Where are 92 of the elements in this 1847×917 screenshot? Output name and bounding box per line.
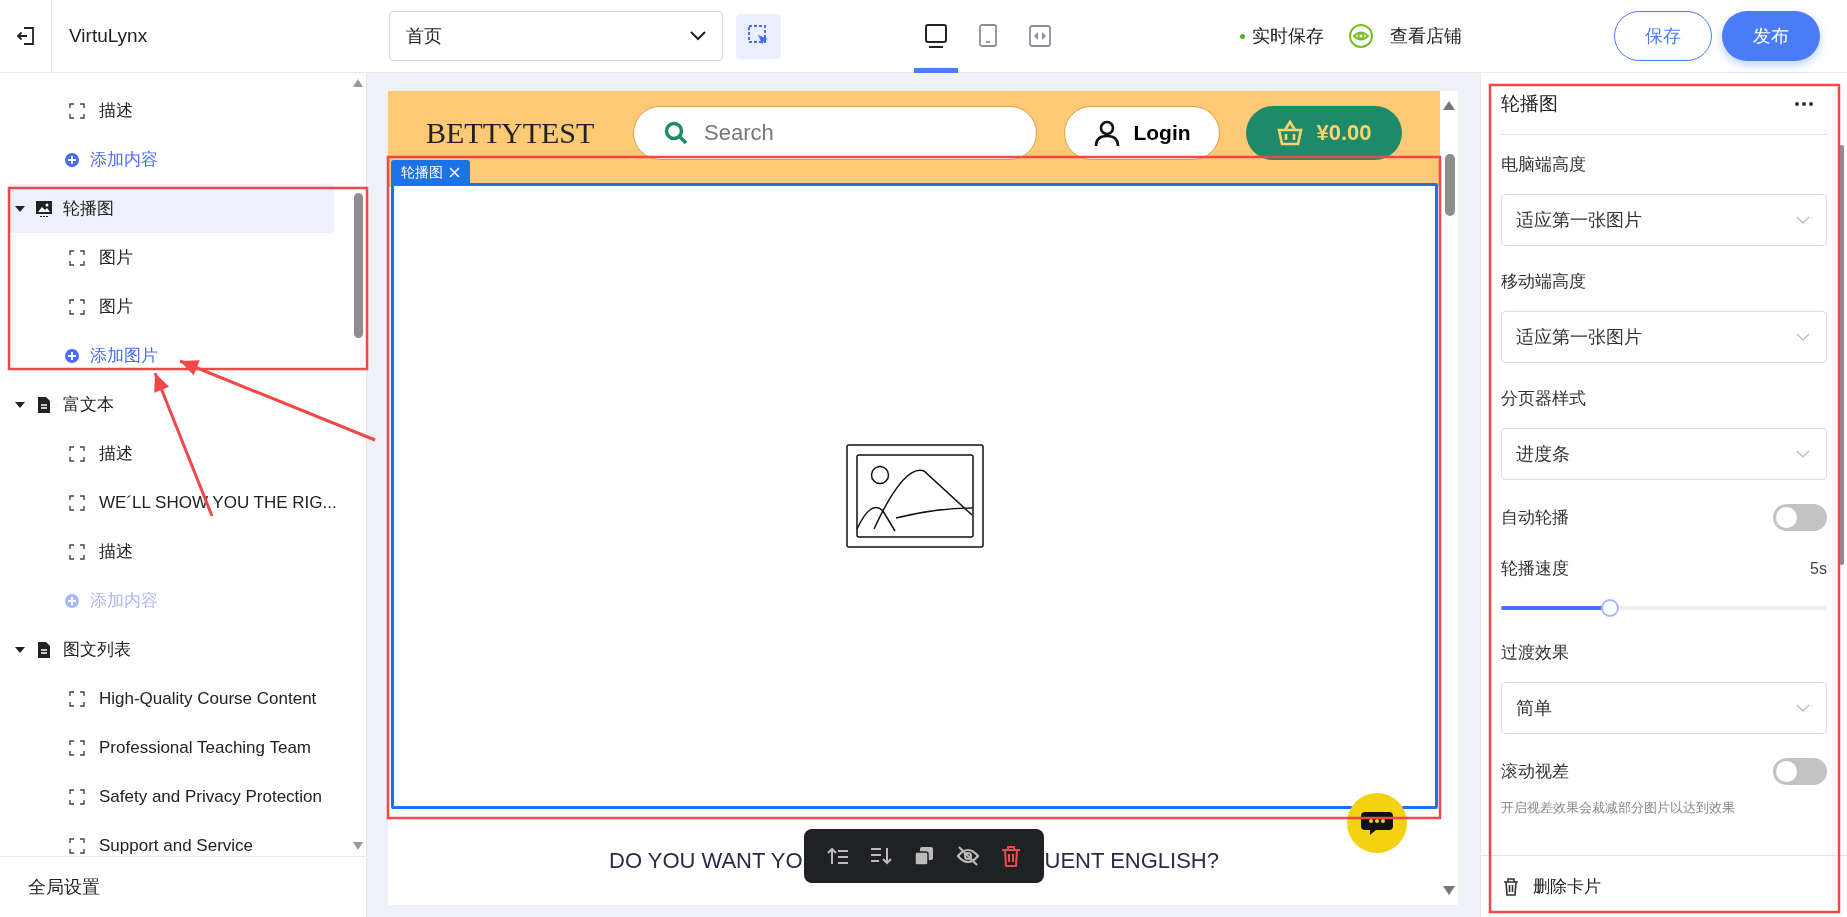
dropdown-field[interactable]: 适应第一张图片 (1501, 311, 1827, 363)
save-button[interactable]: 保存 (1614, 11, 1712, 61)
login-button[interactable]: Login (1064, 106, 1220, 160)
selection-tag[interactable]: 轮播图 (391, 160, 470, 185)
tree-item[interactable]: Safety and Privacy Protection (9, 772, 350, 821)
frame-icon (69, 739, 85, 756)
scroll-down-icon[interactable] (353, 842, 363, 850)
autosave-status: 实时保存 (1240, 24, 1324, 48)
image-placeholder-icon (845, 444, 984, 548)
field-label: 滚动视差 (1501, 761, 1569, 783)
chevron-down-icon (690, 31, 706, 41)
frame-icon (69, 837, 85, 854)
scroll-down-icon[interactable] (1443, 886, 1455, 895)
add-content-link[interactable]: 添加图片 (9, 331, 350, 380)
tree-item[interactable]: High-Quality Course Content (9, 674, 350, 723)
scroll-thumb[interactable] (1444, 154, 1455, 216)
tree-item[interactable]: Professional Teaching Team (9, 723, 350, 772)
chevron-down-icon (1796, 333, 1810, 341)
document-icon (35, 395, 53, 414)
scroll-up-icon[interactable] (353, 79, 363, 87)
tree-item[interactable]: Support and Service (9, 821, 350, 856)
field-label: 移动端高度 (1501, 271, 1587, 293)
caret-icon[interactable] (15, 399, 25, 410)
basket-icon (1276, 119, 1305, 147)
frame-icon (69, 543, 85, 560)
chevron-down-icon (1796, 450, 1810, 458)
plus-icon (64, 347, 80, 364)
scroll-up-icon[interactable] (1443, 101, 1455, 110)
section-heading: DO YOU WANT YO (609, 848, 803, 874)
panel-title: 轮播图 (1501, 91, 1558, 116)
chat-icon (1360, 810, 1394, 836)
document-icon (35, 640, 53, 659)
frame-icon (69, 690, 85, 707)
toggle-switch[interactable] (1773, 504, 1827, 531)
frame-icon (69, 494, 85, 511)
toggle-switch[interactable] (1773, 758, 1827, 785)
close-icon[interactable] (449, 167, 460, 178)
hint-text: 开启视差效果会裁减部分图片以达到效果 (1501, 799, 1736, 817)
brand-name: VirtuLynx (69, 25, 148, 47)
person-icon (1093, 119, 1122, 147)
scroll-thumb[interactable] (353, 193, 363, 338)
tree-group[interactable]: 图文列表 (9, 625, 334, 674)
slider-value: 5s (1810, 559, 1827, 578)
publish-button[interactable]: 发布 (1722, 11, 1820, 61)
tree-group[interactable]: 轮播图 (9, 184, 334, 233)
tree-item[interactable]: 描述 (9, 86, 350, 135)
copy-icon[interactable] (914, 846, 934, 866)
exit-icon[interactable] (15, 26, 36, 46)
store-logo: BETTYTEST (426, 116, 596, 150)
chevron-down-icon (1796, 216, 1810, 224)
search-field[interactable]: Search (633, 106, 1037, 160)
fit-width-icon (1027, 23, 1053, 49)
chevron-down-icon (1796, 704, 1810, 712)
delete-card-link[interactable]: 删除卡片 (1533, 875, 1601, 898)
field-label: 分页器样式 (1501, 388, 1587, 410)
global-settings-link[interactable]: 全局设置 (28, 875, 100, 899)
add-content-link[interactable]: 添加内容 (9, 135, 350, 184)
search-icon (663, 120, 689, 146)
hidden-icon[interactable] (955, 846, 980, 866)
field-label: 过渡效果 (1501, 642, 1570, 664)
image-icon (35, 199, 53, 218)
plus-icon (64, 151, 80, 168)
plus-icon (64, 592, 80, 609)
page-select[interactable]: 首页 (389, 11, 723, 61)
frame-icon (69, 298, 85, 315)
field-label: 自动轮播 (1501, 507, 1569, 529)
caret-icon[interactable] (15, 203, 25, 214)
dropdown-field[interactable]: 适应第一张图片 (1501, 194, 1827, 246)
scrollbar[interactable] (1839, 145, 1844, 565)
tree-item[interactable]: 描述 (9, 527, 350, 576)
tree-item[interactable]: 图片 (9, 282, 350, 331)
tree-item[interactable]: 描述 (9, 429, 350, 478)
tree-group[interactable]: 富文本 (9, 380, 334, 429)
view-store-link[interactable]: 查看店铺 (1390, 24, 1462, 48)
frame-icon (69, 102, 85, 119)
dropdown-field[interactable]: 进度条 (1501, 428, 1827, 480)
frame-icon (69, 445, 85, 462)
tree-item[interactable]: 图片 (9, 233, 350, 282)
field-label: 电脑端高度 (1501, 154, 1587, 176)
frame-icon (69, 788, 85, 805)
more-icon[interactable] (1795, 101, 1813, 106)
trash-icon[interactable] (1503, 877, 1519, 896)
dropdown-field[interactable]: 简单 (1501, 682, 1827, 734)
section-heading: UENT ENGLISH? (1044, 848, 1219, 874)
monitor-icon (923, 23, 949, 49)
frame-icon (69, 249, 85, 266)
eye-icon[interactable] (1348, 23, 1374, 49)
select-tool-button[interactable] (736, 13, 781, 59)
field-label: 轮播速度 (1501, 558, 1569, 580)
move-down-icon[interactable] (870, 846, 893, 866)
move-up-icon[interactable] (826, 846, 849, 866)
caret-icon[interactable] (15, 644, 25, 655)
